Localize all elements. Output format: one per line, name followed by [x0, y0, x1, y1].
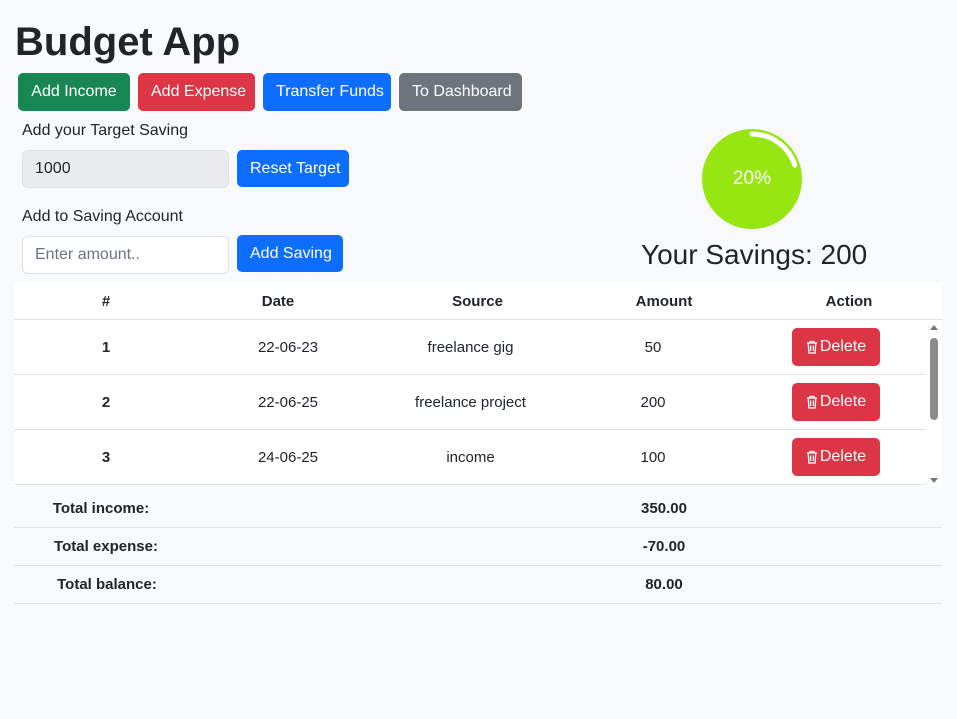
- total-income-label: Total income:: [52, 500, 150, 517]
- row-amount: 100: [640, 449, 666, 466]
- delete-label: Delete: [819, 338, 867, 355]
- scroll-down-arrow-icon[interactable]: [930, 478, 938, 483]
- header-amount: Amount: [635, 293, 693, 310]
- total-balance-row: Total balance: 80.00: [14, 566, 942, 604]
- total-expense-value: -70.00: [642, 538, 686, 555]
- row-amount: 200: [640, 394, 666, 411]
- to-dashboard-button[interactable]: To Dashboard: [399, 73, 522, 111]
- row-date: 22-06-23: [257, 339, 319, 356]
- reset-target-button[interactable]: Reset Target: [237, 150, 349, 187]
- table-scrollbar[interactable]: [926, 320, 942, 486]
- delete-button[interactable]: Delete: [792, 328, 880, 366]
- total-expense-label: Total expense:: [54, 538, 158, 555]
- total-income-row: Total income: 350.00: [14, 490, 942, 528]
- row-num: 3: [101, 449, 111, 466]
- row-source: income: [446, 449, 495, 466]
- scrollbar-thumb[interactable]: [930, 338, 938, 420]
- add-saving-button[interactable]: Add Saving: [237, 235, 343, 272]
- table-row: 1 22-06-23 freelance gig 50 Delete: [14, 320, 928, 375]
- table-body[interactable]: 1 22-06-23 freelance gig 50 Delete 2 22-…: [14, 320, 942, 486]
- row-num: 2: [101, 394, 111, 411]
- row-source: freelance gig: [427, 339, 514, 356]
- delete-label: Delete: [819, 448, 867, 465]
- progress-percent: 20%: [732, 168, 772, 189]
- scroll-up-arrow-icon[interactable]: [930, 325, 938, 330]
- row-amount: 50: [644, 339, 662, 356]
- trash-icon: [806, 340, 817, 354]
- delete-button[interactable]: Delete: [792, 438, 880, 476]
- table-row: 2 22-06-25 freelance project 200 Delete: [14, 375, 928, 430]
- trash-icon: [806, 395, 817, 409]
- saving-amount-input[interactable]: [22, 236, 229, 274]
- trash-icon: [806, 450, 817, 464]
- header-source: Source: [452, 293, 503, 310]
- table-header: # Date Source Amount Action: [14, 282, 942, 320]
- header-action: Action: [825, 293, 873, 310]
- delete-label: Delete: [819, 393, 867, 410]
- header-date: Date: [261, 293, 295, 310]
- add-expense-button[interactable]: Add Expense: [138, 73, 255, 111]
- saving-account-label: Add to Saving Account: [22, 208, 183, 225]
- total-balance-value: 80.00: [645, 576, 683, 593]
- total-income-value: 350.00: [641, 500, 687, 517]
- total-expense-row: Total expense: -70.00: [14, 528, 942, 566]
- savings-summary: Your Savings: 200: [641, 239, 868, 270]
- row-date: 22-06-25: [257, 394, 319, 411]
- table-row: 3 24-06-25 income 100 Delete: [14, 430, 928, 485]
- total-balance-label: Total balance:: [57, 576, 157, 593]
- target-saving-input[interactable]: [22, 150, 229, 188]
- delete-button[interactable]: Delete: [792, 383, 880, 421]
- header-num: #: [101, 293, 111, 310]
- row-date: 24-06-25: [257, 449, 319, 466]
- row-source: freelance project: [415, 394, 526, 411]
- add-income-button[interactable]: Add Income: [18, 73, 130, 111]
- transfer-funds-button[interactable]: Transfer Funds: [263, 73, 391, 111]
- page-title: Budget App: [15, 20, 241, 64]
- target-saving-label: Add your Target Saving: [22, 122, 189, 139]
- row-num: 1: [101, 339, 111, 356]
